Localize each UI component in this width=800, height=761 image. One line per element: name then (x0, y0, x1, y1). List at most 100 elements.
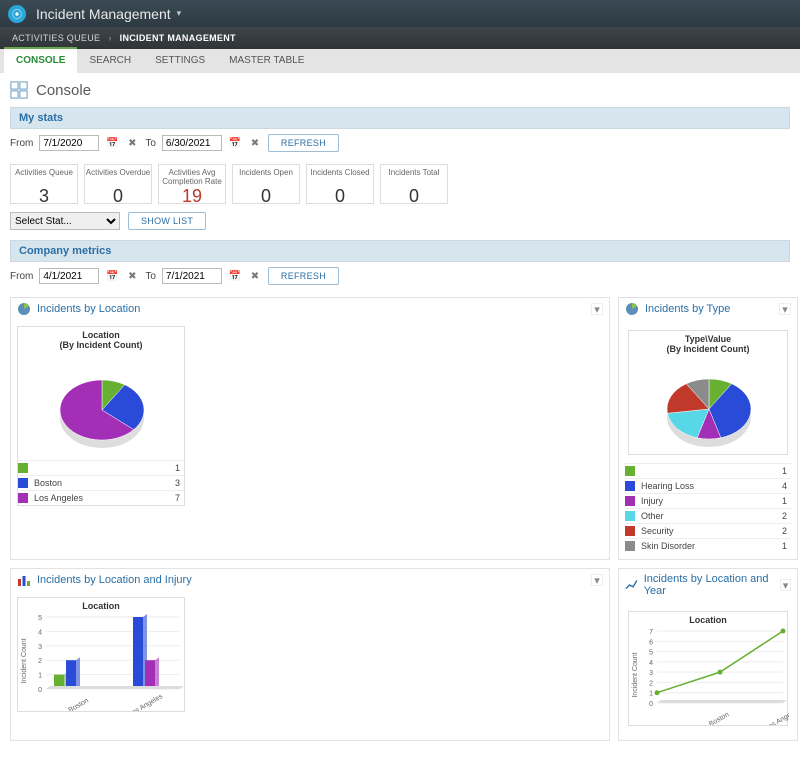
svg-text:3: 3 (649, 670, 653, 677)
line-icon (625, 578, 638, 592)
calendar-icon[interactable]: 📅 (228, 269, 242, 283)
tab-settings[interactable]: SETTINGS (143, 49, 217, 73)
mystats-tiles: Activities Queue3 Activities Overdue0 Ac… (10, 160, 790, 212)
legend-name: Hearing Loss (641, 481, 782, 491)
company-to-input[interactable] (162, 268, 222, 284)
legend-row: 1 (625, 463, 791, 478)
tile-activities-overdue: Activities Overdue0 (84, 164, 152, 204)
tab-console[interactable]: CONSOLE (4, 47, 77, 73)
tile-avg-completion: Activities Avg Completion Rate19 (158, 164, 226, 204)
tile-incidents-open: Incidents Open0 (232, 164, 300, 204)
show-list-button[interactable]: SHOW LIST (128, 212, 206, 230)
stat-selector-row: Select Stat... SHOW LIST (10, 212, 790, 240)
collapse-icon[interactable]: ▾ (591, 574, 603, 586)
app-logo-icon: ⦿ (8, 5, 26, 23)
tab-search[interactable]: SEARCH (77, 49, 143, 73)
legend-row: Other2 (625, 508, 791, 523)
legend-row: Security2 (625, 523, 791, 538)
panel-title: Incidents by Location (37, 303, 140, 315)
svg-text:4: 4 (649, 660, 653, 667)
svg-text:0: 0 (649, 701, 653, 708)
svg-text:Incident Count: Incident Count (21, 638, 28, 683)
svg-text:6: 6 (649, 639, 653, 646)
bar-icon (17, 573, 31, 587)
console-icon (10, 81, 28, 99)
legend-value: 1 (782, 466, 791, 476)
breadcrumb-current: INCIDENT MANAGEMENT (120, 33, 236, 43)
legend-row: Injury1 (625, 493, 791, 508)
from-label: From (10, 138, 33, 149)
legend-swatch (625, 541, 635, 551)
legend-value: 1 (782, 541, 791, 551)
legend-name: Boston (34, 478, 175, 488)
svg-text:3: 3 (38, 644, 42, 651)
legend-value: 7 (175, 493, 184, 503)
legend-type: 1Hearing Loss4Injury1Other2Security2Skin… (625, 463, 791, 553)
legend-name: Skin Disorder (641, 541, 782, 551)
svg-text:2: 2 (38, 658, 42, 665)
collapse-icon[interactable]: ▾ (780, 579, 791, 591)
svg-text:5: 5 (649, 650, 653, 657)
from-label: From (10, 271, 33, 282)
collapse-icon[interactable]: ▾ (591, 303, 603, 315)
clear-icon[interactable]: ✖ (248, 136, 262, 150)
legend-value: 1 (175, 463, 184, 473)
svg-text:4: 4 (38, 629, 42, 636)
legend-swatch (18, 463, 28, 473)
legend-name: Security (641, 526, 782, 536)
collapse-icon[interactable]: ▾ (779, 303, 791, 315)
tile-incidents-total: Incidents Total0 (380, 164, 448, 204)
legend-name: Other (641, 511, 782, 521)
mystats-to-input[interactable] (162, 135, 222, 151)
legend-location: 1Boston3Los Angeles7 (18, 460, 184, 505)
legend-value: 3 (175, 478, 184, 488)
clear-icon[interactable]: ✖ (125, 269, 139, 283)
console-heading: Console (10, 79, 790, 107)
legend-row: Los Angeles7 (18, 490, 184, 505)
app-menu-caret-icon[interactable]: ▾ (177, 8, 182, 19)
company-from-input[interactable] (39, 268, 99, 284)
clear-icon[interactable]: ✖ (248, 269, 262, 283)
legend-swatch (625, 526, 635, 536)
legend-row: 1 (18, 460, 184, 475)
svg-text:Incident Count: Incident Count (632, 652, 639, 697)
clear-icon[interactable]: ✖ (125, 136, 139, 150)
calendar-icon[interactable]: 📅 (105, 136, 119, 150)
legend-row: Boston3 (18, 475, 184, 490)
mystats-refresh-button[interactable]: REFRESH (268, 134, 339, 152)
legend-swatch (18, 478, 28, 488)
mystats-from-input[interactable] (39, 135, 99, 151)
legend-swatch (625, 496, 635, 506)
company-refresh-button[interactable]: REFRESH (268, 267, 339, 285)
pie-chart-location (18, 350, 186, 460)
panel-incidents-by-location-year: Incidents by Location and Year ▾ Locatio… (618, 568, 798, 741)
mystats-date-row: From 📅 ✖ To 📅 ✖ REFRESH (10, 129, 790, 160)
legend-swatch (625, 511, 635, 521)
mystats-header: My stats (10, 107, 790, 129)
company-date-row: From 📅 ✖ To 📅 ✖ REFRESH (10, 262, 790, 293)
tile-activities-queue: Activities Queue3 (10, 164, 78, 204)
svg-text:0: 0 (38, 687, 42, 694)
panel-incidents-by-location-injury: Incidents by Location and Injury ▾ Locat… (10, 568, 610, 741)
stat-select[interactable]: Select Stat... (10, 212, 120, 230)
calendar-icon[interactable]: 📅 (105, 269, 119, 283)
legend-row: Hearing Loss4 (625, 478, 791, 493)
legend-name: Injury (641, 496, 782, 506)
legend-value: 1 (782, 496, 791, 506)
to-label: To (145, 271, 156, 282)
legend-value: 4 (782, 481, 791, 491)
svg-text:5: 5 (38, 615, 42, 622)
panel-title: Incidents by Location and Year (644, 573, 780, 597)
tab-master-table[interactable]: MASTER TABLE (217, 49, 316, 73)
legend-swatch (625, 481, 635, 491)
calendar-icon[interactable]: 📅 (228, 136, 242, 150)
legend-name: Los Angeles (34, 493, 175, 503)
legend-row: Skin Disorder1 (625, 538, 791, 553)
breadcrumb: ACTIVITIES QUEUE › INCIDENT MANAGEMENT (0, 27, 800, 49)
breadcrumb-parent[interactable]: ACTIVITIES QUEUE (12, 33, 100, 43)
pie-chart-type (629, 354, 789, 454)
tile-incidents-closed: Incidents Closed0 (306, 164, 374, 204)
main-tabs: CONSOLE SEARCH SETTINGS MASTER TABLE (0, 49, 800, 73)
to-label: To (145, 138, 156, 149)
svg-text:7: 7 (649, 629, 653, 636)
